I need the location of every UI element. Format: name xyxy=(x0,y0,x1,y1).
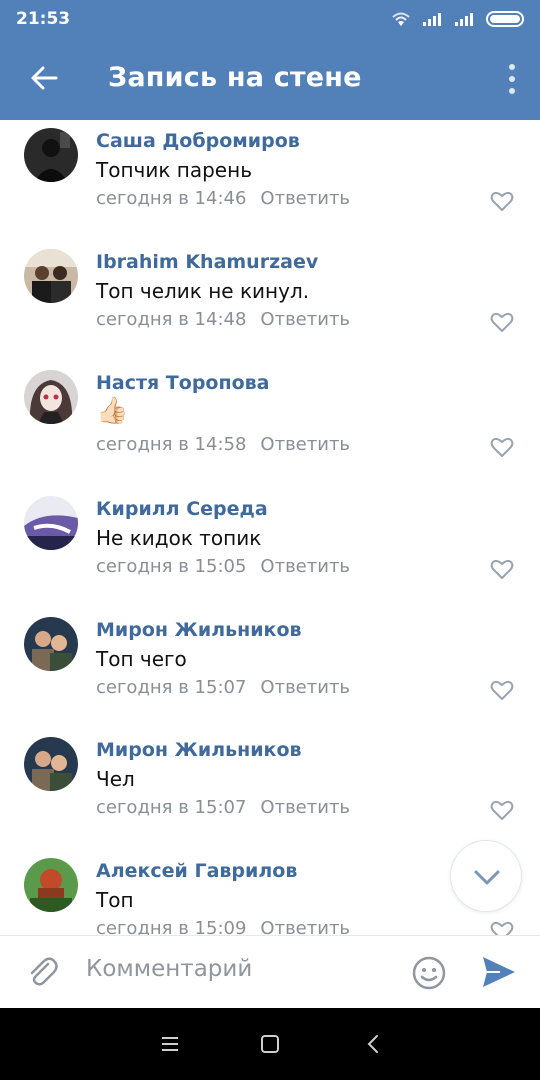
comment-author[interactable]: Мирон Жильников xyxy=(96,619,302,641)
battery-icon xyxy=(486,11,524,27)
nav-back-icon[interactable] xyxy=(362,1032,386,1056)
comment-time: сегодня в 15:07 xyxy=(96,797,247,818)
comment-composer: Комментарий xyxy=(0,935,540,1008)
heart-icon[interactable] xyxy=(490,679,514,701)
comment-author[interactable]: Саша Добромиров xyxy=(96,130,300,152)
chevron-down-icon xyxy=(474,870,500,885)
comment-text: Чел xyxy=(96,767,135,791)
heart-icon[interactable] xyxy=(490,558,514,580)
comment-input[interactable]: Комментарий xyxy=(86,956,252,982)
comment-text: Топ xyxy=(96,888,134,912)
comment-time: сегодня в 14:48 xyxy=(96,309,247,330)
comment-meta: сегодня в 15:09 Ответить xyxy=(96,918,350,935)
comment-item: Настя Торопова 👍🏻 сегодня в 14:58 Ответит… xyxy=(0,362,540,482)
comment-meta: сегодня в 15:05 Ответить xyxy=(96,556,350,577)
comment-author[interactable]: Мирон Жильников xyxy=(96,739,302,761)
heart-icon[interactable] xyxy=(490,311,514,333)
comment-text: Топ челик не кинул. xyxy=(96,279,310,303)
comment-meta: сегодня в 14:58 Ответить xyxy=(96,434,350,455)
comment-item: Мирон Жильников Топ чего сегодня в 15:07… xyxy=(0,609,540,729)
header: Запись на стене xyxy=(0,38,540,120)
comment-item: Саша Добромиров Топчик парень сегодня в … xyxy=(0,120,540,240)
page-title: Запись на стене xyxy=(108,62,362,93)
avatar[interactable] xyxy=(24,249,78,303)
comment-item: Ibrahim Khamurzaev Топ челик не кинул. с… xyxy=(0,241,540,361)
comment-author[interactable]: Кирилл Середа xyxy=(96,498,268,520)
heart-icon[interactable] xyxy=(490,190,514,212)
comments-list[interactable]: Саша Добромиров Топчик парень сегодня в … xyxy=(0,120,540,935)
comment-meta: сегодня в 15:07 Ответить xyxy=(96,797,350,818)
comment-item: Кирилл Середа Не кидок топик сегодня в 1… xyxy=(0,488,540,608)
comment-time: сегодня в 15:05 xyxy=(96,556,247,577)
wifi-icon xyxy=(392,12,410,26)
avatar[interactable] xyxy=(24,370,78,424)
reply-button[interactable]: Ответить xyxy=(260,309,350,330)
comment-time: сегодня в 14:58 xyxy=(96,434,247,455)
signal-icon xyxy=(423,13,441,26)
comment-text: 👍🏻 xyxy=(96,396,129,426)
comment-author[interactable]: Настя Торопова xyxy=(96,372,270,394)
screen: 21:53 Запись на стене Саша Добромиров То… xyxy=(0,0,540,1080)
reply-button[interactable]: Ответить xyxy=(260,434,350,455)
signal-icon xyxy=(455,13,473,26)
comment-time: сегодня в 15:09 xyxy=(96,918,247,935)
comment-meta: сегодня в 14:46 Ответить xyxy=(96,188,350,209)
comment-author[interactable]: Ibrahim Khamurzaev xyxy=(96,251,318,273)
comment-time: сегодня в 15:07 xyxy=(96,677,247,698)
send-icon[interactable] xyxy=(480,954,518,990)
avatar[interactable] xyxy=(24,496,78,550)
avatar[interactable] xyxy=(24,617,78,671)
comment-text: Не кидок топик xyxy=(96,526,262,550)
comment-meta: сегодня в 14:48 Ответить xyxy=(96,309,350,330)
heart-icon[interactable] xyxy=(490,799,514,821)
smile-icon[interactable] xyxy=(410,954,448,992)
reply-button[interactable]: Ответить xyxy=(260,556,350,577)
avatar[interactable] xyxy=(24,737,78,791)
reply-button[interactable]: Ответить xyxy=(260,918,350,935)
more-vert-icon[interactable] xyxy=(506,64,518,94)
comment-time: сегодня в 14:46 xyxy=(96,188,247,209)
comment-meta: сегодня в 15:07 Ответить xyxy=(96,677,350,698)
status-time: 21:53 xyxy=(16,9,71,29)
nav-menu-icon[interactable] xyxy=(158,1032,182,1056)
heart-icon[interactable] xyxy=(490,920,514,935)
scroll-down-button[interactable] xyxy=(450,840,522,912)
app-bar: 21:53 Запись на стене xyxy=(0,0,540,120)
paperclip-icon[interactable] xyxy=(24,954,60,990)
avatar[interactable] xyxy=(24,128,78,182)
avatar[interactable] xyxy=(24,858,78,912)
comment-text: Топ чего xyxy=(96,647,187,671)
comment-text: Топчик парень xyxy=(96,158,252,182)
reply-button[interactable]: Ответить xyxy=(260,188,350,209)
system-nav-bar xyxy=(0,1008,540,1080)
reply-button[interactable]: Ответить xyxy=(260,677,350,698)
status-icons xyxy=(390,10,526,28)
comment-author[interactable]: Алексей Гаврилов xyxy=(96,860,297,882)
heart-icon[interactable] xyxy=(490,436,514,458)
nav-home-icon[interactable] xyxy=(258,1032,282,1056)
comment-item: Мирон Жильников Чел сегодня в 15:07 Ответ… xyxy=(0,729,540,849)
status-bar: 21:53 xyxy=(0,0,540,38)
reply-button[interactable]: Ответить xyxy=(260,797,350,818)
back-arrow-icon[interactable] xyxy=(26,60,62,96)
